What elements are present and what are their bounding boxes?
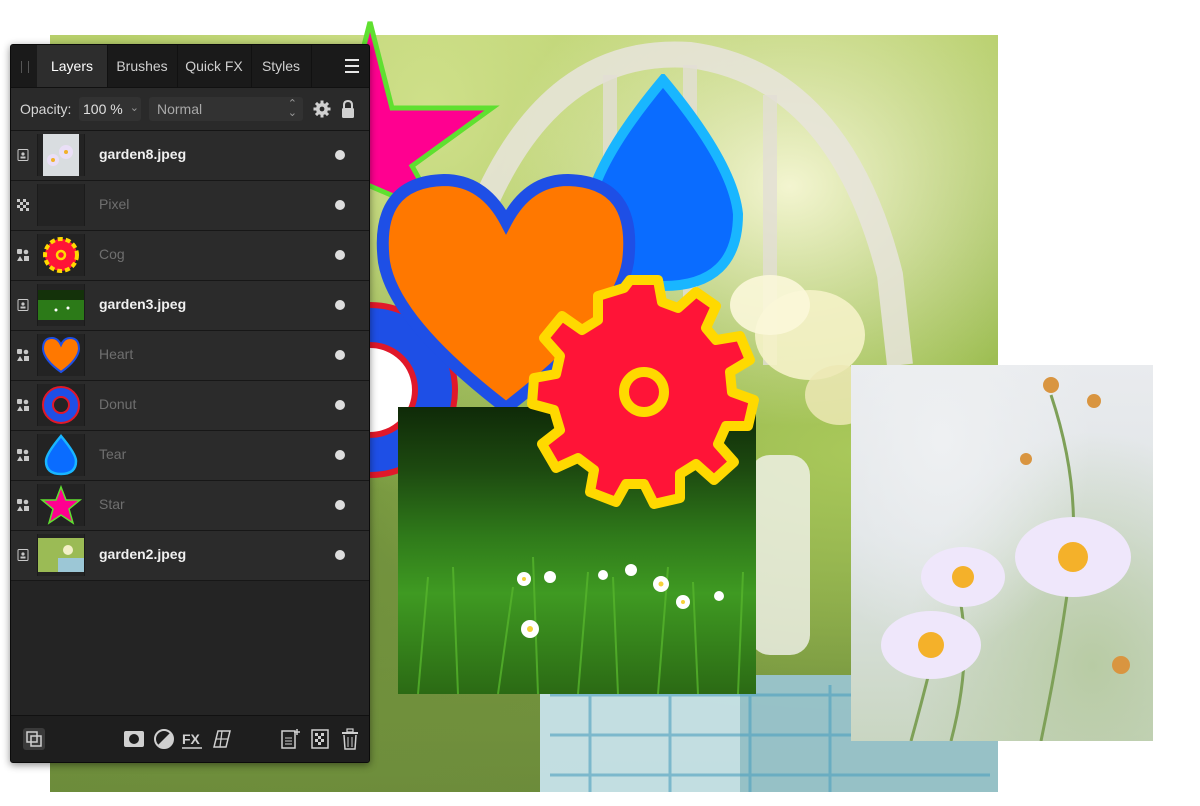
shape-layer-icon <box>17 399 29 411</box>
garden-photo-thumbnail <box>38 538 84 572</box>
flowers-scene-art <box>881 377 1131 741</box>
layer-thumbnails-icon[interactable] <box>23 728 45 750</box>
flowers-photo-thumbnail <box>43 134 79 176</box>
tear-shape-thumbnail <box>44 434 78 476</box>
layer-name[interactable]: Pixel <box>99 196 129 212</box>
layer-row[interactable]: Tear <box>11 431 369 481</box>
layer-row[interactable]: garden2.jpeg <box>11 531 369 581</box>
visibility-toggle[interactable] <box>335 500 345 510</box>
tab-layers[interactable]: Layers <box>37 45 108 87</box>
layer-name[interactable]: Tear <box>99 446 126 462</box>
image-layer-icon <box>17 149 29 161</box>
opacity-value: 100 % <box>83 101 123 117</box>
layer-thumbnail <box>37 384 85 426</box>
fx-icon[interactable]: FX <box>181 728 203 750</box>
layer-row[interactable]: Pixel <box>11 181 369 231</box>
live-filter-icon[interactable] <box>211 728 233 750</box>
layer-row[interactable]: Donut <box>11 381 369 431</box>
layer-list: garden8.jpeg Pixel Cog garden3.jpeg Hear… <box>11 131 369 581</box>
layer-thumbnail <box>37 434 85 476</box>
tab-styles[interactable]: Styles <box>251 45 312 87</box>
panel-grip-handle[interactable] <box>21 61 29 73</box>
tab-brushes[interactable]: Brushes <box>107 45 178 87</box>
pixel-layer-icon <box>17 199 29 211</box>
visibility-toggle[interactable] <box>335 300 345 310</box>
layer-name[interactable]: Cog <box>99 246 125 262</box>
layer-thumbnail <box>37 484 85 526</box>
updown-chevron-icon: ⌃ ⌄ <box>287 98 297 119</box>
blend-mode-value: Normal <box>157 101 203 117</box>
shape-layer-icon <box>17 249 29 261</box>
layers-bottom-toolbar: FX <box>11 715 369 762</box>
layer-thumbnail <box>37 534 85 576</box>
layer-thumbnail <box>37 234 85 276</box>
visibility-toggle[interactable] <box>335 550 345 560</box>
layer-thumbnail <box>37 284 85 326</box>
layer-name[interactable]: garden3.jpeg <box>99 296 186 312</box>
visibility-toggle[interactable] <box>335 200 345 210</box>
visibility-toggle[interactable] <box>335 350 345 360</box>
star-shape-thumbnail <box>39 484 83 525</box>
layer-row[interactable]: garden3.jpeg <box>11 281 369 331</box>
layer-thumbnail <box>37 134 85 176</box>
cog-shape[interactable] <box>524 272 764 512</box>
hamburger-menu-icon[interactable] <box>345 59 359 73</box>
layer-row[interactable]: Star <box>11 481 369 531</box>
layer-thumbnail <box>37 184 85 226</box>
layer-options-bar: Opacity: 100 % ⌄ Normal ⌃ ⌄ <box>11 88 369 131</box>
layer-name[interactable]: garden8.jpeg <box>99 146 186 162</box>
visibility-toggle[interactable] <box>335 400 345 410</box>
donut-shape-thumbnail <box>42 386 80 424</box>
svg-text:FX: FX <box>182 731 201 747</box>
tab-quick-fx[interactable]: Quick FX <box>177 45 252 87</box>
blend-mode-select[interactable]: Normal ⌃ ⌄ <box>149 97 303 121</box>
layer-name[interactable]: garden2.jpeg <box>99 546 186 562</box>
shape-layer-icon <box>17 499 29 511</box>
shape-layer-icon <box>17 349 29 361</box>
opacity-input[interactable]: 100 % ⌄ <box>79 97 141 121</box>
layer-row[interactable]: Heart <box>11 331 369 381</box>
layer-name[interactable]: Heart <box>99 346 133 362</box>
shape-layer-icon <box>17 449 29 461</box>
layer-row[interactable]: Cog <box>11 231 369 281</box>
heart-shape-thumbnail <box>41 336 81 374</box>
cog-shape-thumbnail <box>43 237 79 273</box>
image-layer-icon <box>17 299 29 311</box>
visibility-toggle[interactable] <box>335 450 345 460</box>
add-pixel-layer-icon[interactable] <box>309 728 331 750</box>
layer-name[interactable]: Donut <box>99 396 136 412</box>
layers-panel: Layers Brushes Quick FX Styles Opacity: … <box>10 44 370 763</box>
chevron-down-icon[interactable]: ⌄ <box>130 101 139 114</box>
trash-icon[interactable] <box>339 728 361 750</box>
opacity-label: Opacity: <box>20 101 72 117</box>
layer-thumbnail <box>37 334 85 376</box>
gear-icon[interactable] <box>313 100 331 118</box>
visibility-toggle[interactable] <box>335 250 345 260</box>
panel-tab-bar: Layers Brushes Quick FX Styles <box>11 45 369 88</box>
lock-icon[interactable] <box>340 99 356 119</box>
adjustment-icon[interactable] <box>153 728 175 750</box>
layer-row[interactable]: garden8.jpeg <box>11 131 369 181</box>
mask-icon[interactable] <box>123 728 145 750</box>
layer-name[interactable]: Star <box>99 496 125 512</box>
grass-photo-thumbnail <box>38 290 84 320</box>
add-layer-icon[interactable] <box>279 728 301 750</box>
visibility-toggle[interactable] <box>335 150 345 160</box>
garden8-photo[interactable] <box>851 365 1153 741</box>
image-layer-icon <box>17 549 29 561</box>
